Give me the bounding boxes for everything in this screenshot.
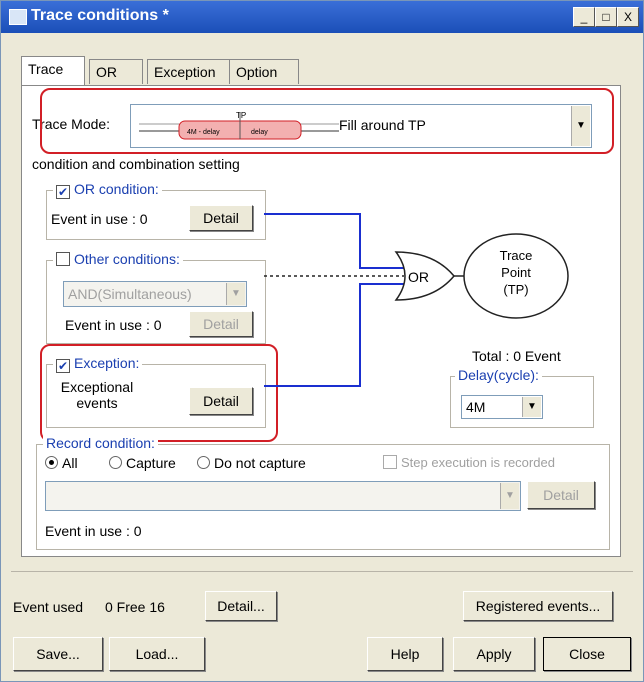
close-button[interactable]: Close	[543, 637, 631, 671]
footer-divider	[11, 571, 633, 572]
minimize-button[interactable]: _	[573, 7, 595, 27]
or-wire	[264, 213, 404, 269]
delay-select[interactable]: 4M ▼	[461, 395, 543, 419]
trace-tab-panel: Trace Mode: TP 4M - delay delay Fill aro…	[21, 85, 621, 557]
delay-legend: Delay(cycle):	[455, 367, 542, 383]
record-do-not-capture-option[interactable]: Do not capture	[197, 455, 306, 471]
chevron-down-icon[interactable]: ▼	[522, 397, 541, 417]
title-bar: Trace conditions * _ □ X	[1, 1, 643, 33]
record-condition-legend: Record condition:	[43, 435, 158, 451]
event-used-label: Event used	[13, 599, 84, 615]
tab-option[interactable]: Option	[229, 59, 299, 84]
tab-trace[interactable]: Trace	[21, 56, 85, 85]
maximize-button[interactable]: □	[595, 7, 617, 27]
total-events: Total : 0 Event	[472, 348, 561, 364]
event-counts: 0 Free 16	[105, 599, 165, 615]
window-icon	[9, 9, 27, 25]
or-gate-label: OR	[408, 269, 429, 285]
load-button[interactable]: Load...	[109, 637, 205, 671]
trace-point-line3: (TP)	[503, 282, 528, 297]
delay-value: 4M	[466, 399, 486, 415]
radio-selected-icon[interactable]	[45, 456, 58, 469]
tab-or[interactable]: OR	[89, 59, 143, 84]
record-detail-button[interactable]: Detail	[527, 481, 595, 509]
close-window-button[interactable]: X	[617, 7, 639, 27]
delay-group: Delay(cycle): 4M ▼	[450, 367, 594, 428]
step-execution-checkbox[interactable]	[383, 455, 397, 469]
save-button[interactable]: Save...	[13, 637, 103, 671]
tab-exception[interactable]: Exception	[147, 59, 237, 84]
footer-detail-button[interactable]: Detail...	[205, 591, 277, 621]
radio-icon[interactable]	[109, 456, 122, 469]
exception-wire	[264, 283, 404, 387]
trace-point-line1: Trace	[500, 248, 533, 263]
window-title: Trace conditions *	[31, 7, 169, 24]
record-event-in-use: Event in use : 0	[45, 523, 142, 539]
help-button[interactable]: Help	[367, 637, 443, 671]
record-capture-option[interactable]: Capture	[109, 455, 176, 471]
chevron-down-icon[interactable]: ▼	[500, 483, 519, 509]
record-all-option[interactable]: All	[45, 455, 78, 471]
radio-icon[interactable]	[197, 456, 210, 469]
apply-button[interactable]: Apply	[453, 637, 535, 671]
record-select[interactable]: ▼	[45, 481, 521, 511]
registered-events-button[interactable]: Registered events...	[463, 591, 613, 621]
step-execution-option[interactable]: Step execution is recorded	[383, 455, 555, 470]
record-condition-group: Record condition: All Capture Do not cap…	[36, 435, 610, 550]
trace-conditions-window: Trace conditions * _ □ X Trace OR Except…	[0, 0, 644, 682]
trace-point-line2: Point	[501, 265, 531, 280]
